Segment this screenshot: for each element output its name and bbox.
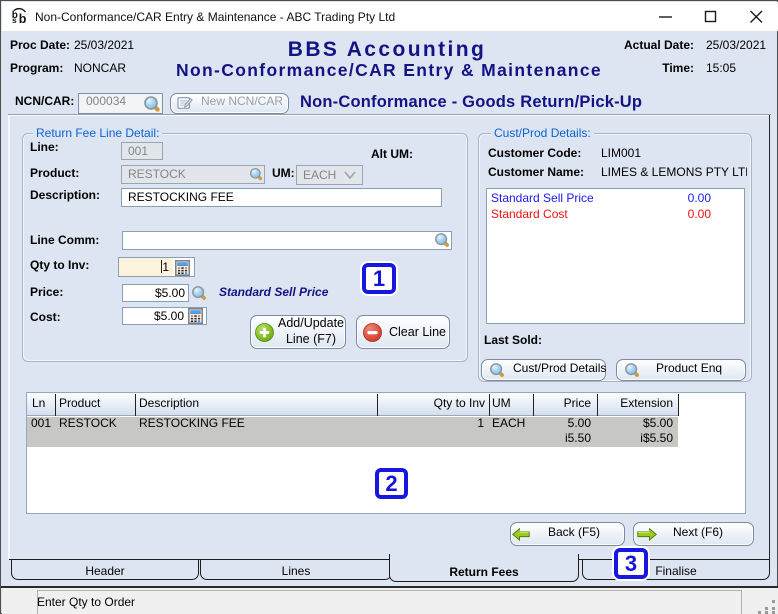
svg-text:b: b xyxy=(19,12,27,26)
svg-text:s: s xyxy=(12,15,17,25)
